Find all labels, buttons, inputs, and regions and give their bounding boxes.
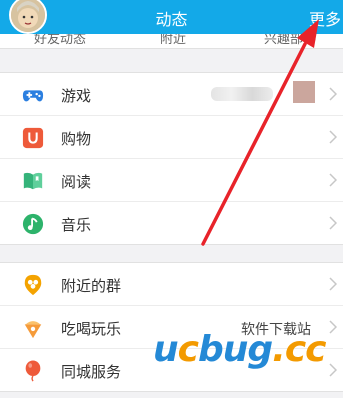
list-item-label: 附近的群 [61,277,122,295]
more-button[interactable]: 更多 [309,6,341,30]
services-group-1: 游戏 购物 阅读 音乐 [0,72,343,245]
music-note-icon [22,213,44,235]
watermark-bug: bug [197,329,273,370]
subtab-nearby[interactable]: 附近 [160,34,186,47]
blurred-thumbnail [293,81,315,103]
shopping-bag-icon [22,127,44,149]
watermark-u: u [153,329,179,370]
food-fun-icon [24,321,42,339]
list-item-reading[interactable]: 阅读 [0,159,343,202]
nearby-group-icon [24,274,42,296]
top-bar: 动态 更多 [0,0,343,34]
chevron-right-icon [329,216,337,230]
book-icon [23,172,43,190]
blurred-info [211,87,273,101]
sub-tab-strip: 好友动态 附近 兴趣部落 [0,34,343,49]
subtab-tribe[interactable]: 兴趣部落 [264,34,316,47]
balloon-icon [25,360,41,382]
watermark-text: ucbug.cc [153,329,327,370]
subtab-friends[interactable]: 好友动态 [34,34,86,47]
list-item-label: 阅读 [61,173,92,191]
watermark-c: c [177,329,199,370]
list-item-label: 游戏 [61,87,92,105]
list-item-music[interactable]: 音乐 [0,202,343,244]
chevron-right-icon [329,173,337,187]
page-title: 动态 [155,10,188,29]
list-item-label: 音乐 [61,216,92,234]
watermark-dotcc: .cc [272,329,326,370]
list-item-nearby-groups[interactable]: 附近的群 [0,263,343,306]
list-item-game[interactable]: 游戏 [0,73,343,116]
list-item-label: 同城服务 [61,363,122,381]
gamepad-icon [22,90,44,102]
watermark-logo: 软件下载站 ucbug.cc [153,319,343,379]
chevron-right-icon [329,130,337,144]
list-item-label: 购物 [61,130,92,148]
chevron-right-icon [329,87,337,101]
chevron-right-icon [329,277,337,291]
list-item-label: 吃喝玩乐 [61,320,122,338]
list-item-shopping[interactable]: 购物 [0,116,343,159]
